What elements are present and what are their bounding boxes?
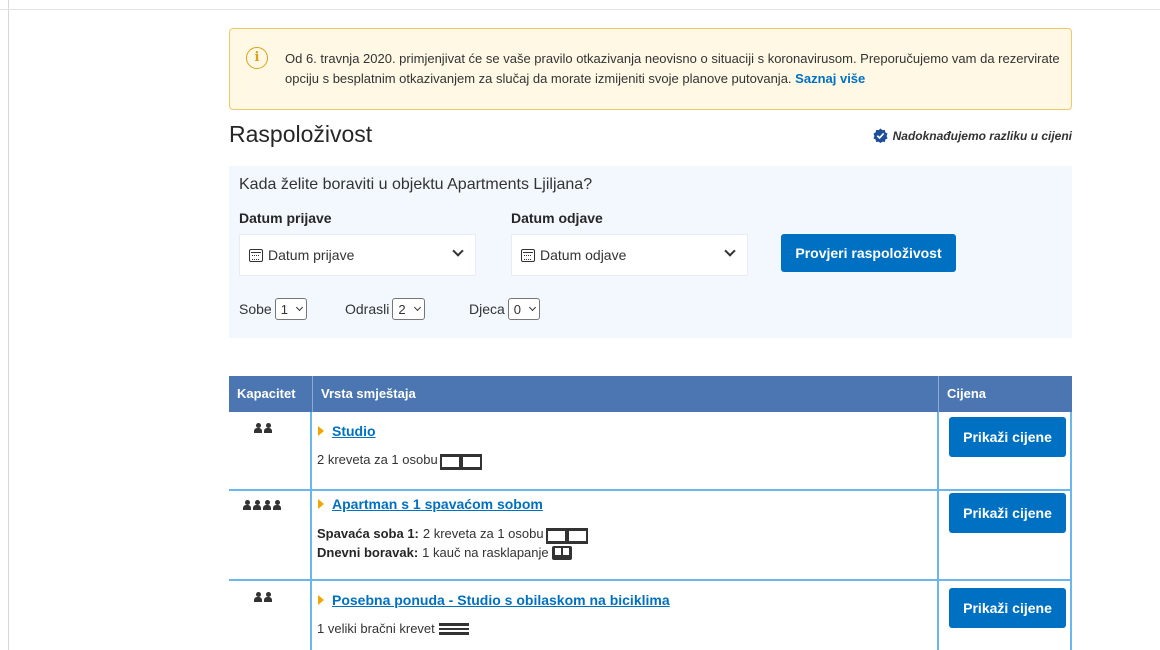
adults-select[interactable]: 2	[392, 298, 425, 320]
price-match-label: Nadoknađujemo razliku u cijeni	[892, 128, 1072, 143]
table-row: Studio 2 kreveta za 1 osobu Prikaži cije…	[229, 412, 1072, 490]
header-divider	[312, 376, 313, 412]
bed-info: 2 kreveta za 1 osobu	[317, 452, 482, 470]
checkin-placeholder: Datum prijave	[268, 247, 355, 263]
expand-arrow-icon	[318, 595, 324, 605]
calendar-icon	[521, 248, 535, 262]
single-bed-icon	[566, 527, 588, 544]
calendar-icon	[249, 248, 263, 262]
rooms-select[interactable]: 1	[274, 298, 307, 320]
person-icon	[254, 592, 262, 602]
price-match-badge: Nadoknađujemo razliku u cijeni	[873, 128, 1072, 143]
adults-value: 2	[398, 301, 406, 317]
header-divider	[938, 376, 939, 412]
checkout-date-select[interactable]: Datum odjave	[511, 234, 748, 276]
expand-arrow-icon	[318, 499, 324, 509]
checkout-placeholder: Datum odjave	[540, 247, 627, 263]
bed-info: 1 veliki bračni krevet	[317, 621, 469, 636]
page-title: Raspoloživost	[229, 121, 373, 147]
search-question: Kada želite boraviti u objektu Apartment…	[239, 176, 593, 193]
rooms-label: Sobe	[239, 301, 272, 317]
person-icon	[243, 500, 251, 510]
single-bed-icon	[460, 453, 482, 470]
person-icon	[264, 423, 272, 433]
availability-search-panel: Kada želite boraviti u objektu Apartment…	[229, 166, 1072, 338]
checkout-label: Datum odjave	[511, 210, 603, 226]
capacity-4-icon	[243, 500, 281, 510]
children-value: 0	[513, 301, 522, 317]
chevron-down-icon	[528, 303, 537, 312]
person-icon	[263, 500, 271, 510]
room-link-special-offer[interactable]: Posebna ponuda - Studio s obilaskom na b…	[318, 592, 670, 608]
header-capacity: Kapacitet	[237, 386, 296, 401]
verified-check-icon	[873, 128, 888, 143]
capacity-2-icon	[254, 423, 272, 433]
table-header: Kapacitet Vrsta smještaja Cijena	[229, 376, 1072, 412]
bed-info-bedroom: Spavaća soba 1: 2 kreveta za 1 osobu	[317, 526, 588, 544]
sofa-bed-icon	[551, 545, 572, 560]
column-divider	[937, 412, 939, 650]
checkin-date-select[interactable]: Datum prijave	[239, 234, 476, 276]
adults-label: Odrasli	[345, 301, 390, 317]
chevron-down-icon	[724, 245, 736, 257]
notice-text: Od 6. travnja 2020. primjenjivat će se v…	[285, 49, 1060, 89]
bed-label: Spavaća soba 1:	[317, 526, 419, 541]
show-prices-button[interactable]: Prikaži cijene	[949, 588, 1066, 628]
children-select[interactable]: 0	[507, 298, 541, 320]
rooms-selector: Sobe 1	[239, 298, 307, 320]
table-row: Apartman s 1 spavaćom sobom Spavaća soba…	[229, 491, 1072, 579]
window-frame-top	[0, 9, 1160, 10]
table-right-border	[1070, 412, 1072, 650]
header-price: Cijena	[947, 386, 987, 401]
bed-label: Dnevni boravak:	[317, 545, 419, 560]
adults-selector: Odrasli 2	[345, 298, 425, 320]
single-bed-icon	[545, 527, 567, 544]
person-icon	[264, 592, 272, 602]
children-selector: Djeca 0	[469, 298, 541, 320]
room-link-apartment[interactable]: Apartman s 1 spavaćom sobom	[318, 496, 543, 512]
person-icon	[273, 500, 281, 510]
bed-text: 2 kreveta za 1 osobu	[422, 526, 544, 541]
checkin-label: Datum prijave	[239, 210, 332, 226]
bed-text: 1 kauč na rasklapanje	[422, 545, 549, 560]
room-name: Apartman s 1 spavaćom sobom	[332, 496, 543, 512]
rooms-value: 1	[280, 301, 288, 317]
room-name: Studio	[332, 423, 376, 439]
table-row: Posebna ponuda - Studio s obilaskom na b…	[229, 581, 1072, 650]
bed-info-living-room: Dnevni boravak: 1 kauč na rasklapanje	[317, 545, 572, 560]
bed-text: 1 veliki bračni krevet	[317, 621, 435, 636]
header-type: Vrsta smještaja	[321, 386, 416, 401]
show-prices-button[interactable]: Prikaži cijene	[949, 417, 1066, 457]
window-frame-left	[8, 0, 9, 650]
info-icon: i	[246, 47, 268, 69]
capacity-2-icon	[254, 592, 272, 602]
double-bed-icon	[438, 622, 469, 635]
show-prices-button[interactable]: Prikaži cijene	[949, 493, 1066, 533]
covid-notice-banner: i Od 6. travnja 2020. primjenjivat će se…	[229, 28, 1072, 110]
column-divider	[310, 412, 312, 650]
room-name: Posebna ponuda - Studio s obilaskom na b…	[332, 592, 670, 608]
check-availability-button[interactable]: Provjeri raspoloživost	[781, 234, 956, 272]
chevron-down-icon	[295, 303, 303, 312]
expand-arrow-icon	[318, 426, 324, 436]
person-icon	[253, 500, 261, 510]
chevron-down-icon	[413, 303, 421, 312]
person-icon	[254, 423, 262, 433]
room-link-studio[interactable]: Studio	[318, 423, 376, 439]
room-table: Kapacitet Vrsta smještaja Cijena Studio …	[229, 376, 1072, 650]
notice-message: Od 6. travnja 2020. primjenjivat će se v…	[285, 51, 1060, 86]
learn-more-link[interactable]: Saznaj više	[795, 71, 865, 86]
bed-text: 2 kreveta za 1 osobu	[317, 452, 438, 467]
single-bed-icon	[439, 453, 461, 470]
children-label: Djeca	[469, 301, 505, 317]
chevron-down-icon	[452, 245, 464, 257]
